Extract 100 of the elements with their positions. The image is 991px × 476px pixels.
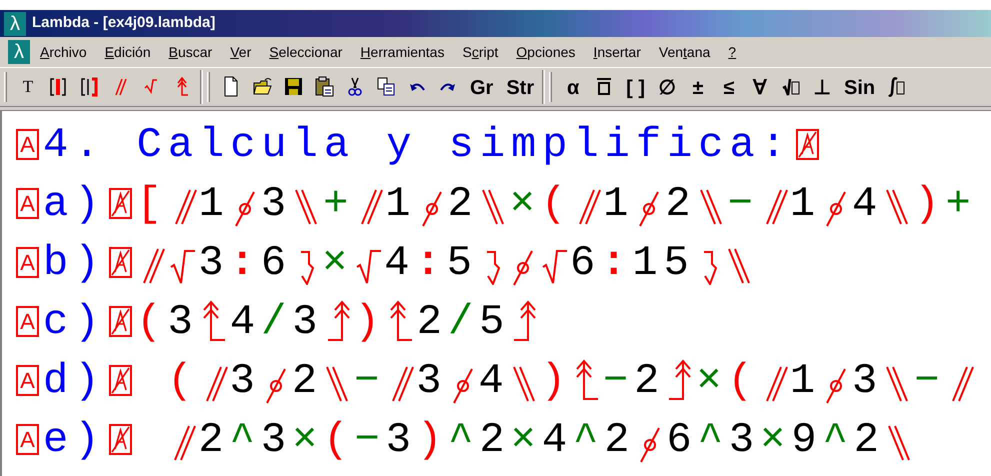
- operator: ^: [230, 414, 261, 464]
- toolbar-button[interactable]: Gr: [468, 73, 496, 101]
- operator: ×: [510, 178, 541, 228]
- number: 3: [230, 356, 261, 406]
- text-marker-icon: A: [16, 424, 39, 455]
- bracket-icon: [50, 76, 68, 98]
- number: 3: [852, 356, 884, 406]
- separator: :: [416, 238, 447, 288]
- bracket: ): [540, 356, 572, 406]
- number: 5: [479, 296, 510, 346]
- operator: −: [354, 414, 386, 464]
- integral-icon: [888, 76, 907, 98]
- number: 1: [603, 178, 634, 228]
- operator: ×: [322, 238, 354, 288]
- operator: /: [261, 296, 292, 346]
- new-document-icon: [222, 76, 240, 98]
- toolbar-button[interactable]: ≤: [718, 73, 740, 101]
- clipboard-icon: [314, 76, 334, 98]
- number: 3: [416, 356, 448, 406]
- toolbar-button[interactable]: ⊥: [811, 73, 834, 101]
- menu-item[interactable]: Opciones: [516, 42, 576, 62]
- operator: +: [323, 178, 354, 228]
- number: 3: [168, 296, 199, 346]
- number: 2: [604, 414, 636, 464]
- app-icon: λ: [4, 12, 26, 36]
- expression-text: a): [43, 178, 106, 228]
- operator: ×: [292, 414, 324, 464]
- operator: −: [602, 356, 634, 406]
- operator: −: [728, 178, 759, 228]
- toolbar-button[interactable]: α: [562, 73, 584, 101]
- bracket: (: [540, 178, 572, 228]
- menu-item[interactable]: Edición: [104, 42, 151, 62]
- menu-item[interactable]: ?: [728, 42, 736, 62]
- bracket-icon: [80, 76, 100, 98]
- number: 2: [634, 356, 666, 406]
- operator: ^: [698, 414, 729, 464]
- toolbar-button[interactable]: Sin: [842, 73, 878, 101]
- text-marker-icon: A: [16, 188, 39, 219]
- bracket: (: [323, 414, 355, 464]
- menu-item[interactable]: Ver: [230, 42, 252, 62]
- bracket: ): [354, 296, 386, 346]
- operator: ^: [448, 414, 480, 464]
- number: 4: [230, 296, 262, 346]
- number: 2: [292, 356, 324, 406]
- copy-icon: [376, 76, 396, 98]
- toolbar-button[interactable]: ±: [687, 73, 710, 101]
- number: 6: [666, 414, 698, 464]
- number: 2: [448, 178, 479, 228]
- number: 3: [260, 178, 292, 228]
- overline-box-icon: [594, 76, 614, 98]
- text-marker-icon: A: [16, 129, 39, 160]
- toolbar-button[interactable]: ∀: [749, 73, 772, 101]
- number: 2: [665, 178, 697, 228]
- menu-item[interactable]: Archivo: [40, 42, 87, 62]
- separator: :: [230, 238, 261, 288]
- toolbar-grip[interactable]: [207, 72, 210, 102]
- number: 1: [790, 178, 822, 228]
- number: 4: [542, 414, 574, 464]
- menu-item[interactable]: Script: [462, 42, 498, 62]
- menu-item[interactable]: Seleccionar: [269, 42, 342, 62]
- menu-item[interactable]: Ventana: [658, 42, 710, 62]
- expression-text: d): [43, 356, 106, 406]
- expression-text: b): [43, 238, 106, 288]
- number: 1: [198, 178, 230, 228]
- number: 15: [632, 238, 695, 288]
- text-marker-icon: A: [16, 247, 39, 278]
- number: 3: [198, 238, 230, 288]
- separator: :: [601, 238, 632, 288]
- crossed-marker-icon: [109, 424, 132, 455]
- number: 2: [854, 414, 886, 464]
- toolbar-grip[interactable]: [549, 72, 552, 102]
- window-title: Lambda - [ex4j09.lambda]: [32, 13, 216, 34]
- number: 2: [416, 296, 448, 346]
- root-icon: [782, 76, 801, 98]
- crossed-marker-icon: [796, 129, 819, 160]
- bracket: (: [136, 296, 168, 346]
- toolbar-button[interactable]: Str: [504, 73, 536, 101]
- operator: /: [448, 296, 480, 346]
- number: 4: [478, 356, 510, 406]
- toolbar-button[interactable]: T: [17, 73, 39, 101]
- menu-item[interactable]: Insertar: [593, 42, 641, 62]
- menu-item[interactable]: Herramientas: [360, 42, 444, 62]
- operator: ×: [510, 414, 542, 464]
- document-icon[interactable]: λ: [8, 40, 30, 64]
- operator: ^: [822, 414, 854, 464]
- toolbar-button[interactable]: [ ]: [624, 73, 648, 101]
- text-marker-icon: A: [16, 306, 39, 337]
- number: 1: [385, 178, 417, 228]
- scissors-icon: [346, 76, 364, 98]
- bracket: [: [136, 178, 168, 228]
- text-marker-icon: A: [16, 365, 39, 396]
- menu-item[interactable]: Buscar: [168, 42, 212, 62]
- toolbar-grip[interactable]: [4, 72, 7, 102]
- expression-text: 4. Calcula y simplifica:: [43, 120, 792, 170]
- number: 2: [198, 414, 230, 464]
- operator: ×: [760, 414, 792, 464]
- crossed-marker-icon: [109, 247, 132, 278]
- toolbar-button[interactable]: ∅: [656, 73, 678, 101]
- number: 3: [386, 414, 417, 464]
- number: 2: [479, 414, 511, 464]
